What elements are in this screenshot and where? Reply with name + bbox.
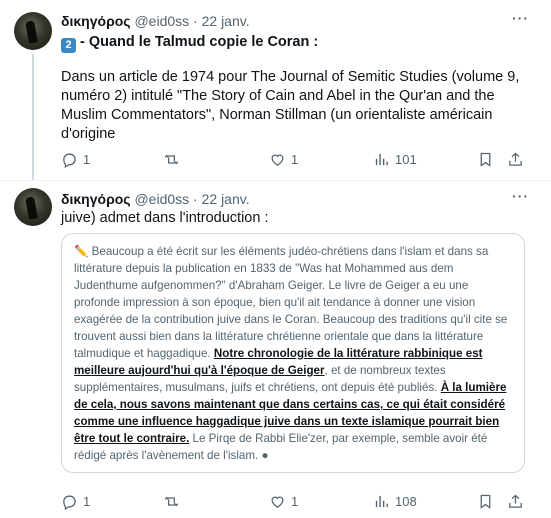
like-button[interactable]: 1 bbox=[269, 491, 298, 511]
quoted-text-card[interactable]: ✏️ Beaucoup a été écrit sur les éléments… bbox=[61, 233, 525, 473]
like-icon bbox=[271, 496, 284, 508]
repost-button[interactable] bbox=[163, 149, 185, 169]
tweet[interactable]: δικηγόρος @eid0ss · 22 janv. ··· 2 - Quan… bbox=[0, 0, 551, 181]
handle[interactable]: @eid0ss bbox=[134, 191, 189, 207]
like-button[interactable]: 1 bbox=[269, 149, 298, 169]
quote-part-1: Beaucoup a été écrit sur les éléments ju… bbox=[74, 245, 508, 360]
views-icon bbox=[375, 153, 388, 165]
share-icon bbox=[509, 494, 522, 508]
tweet[interactable]: δικηγόρος @eid0ss · 22 janv. ··· juive) … bbox=[0, 181, 551, 518]
bookmark-button[interactable] bbox=[477, 491, 499, 511]
action-bar: 1 1 101 bbox=[61, 149, 531, 169]
avatar[interactable] bbox=[14, 188, 52, 226]
like-count: 1 bbox=[291, 493, 299, 509]
quote-text: ✏️ Beaucoup a été écrit sur les éléments… bbox=[74, 243, 514, 464]
reply-icon bbox=[63, 153, 76, 168]
repost-icon bbox=[164, 154, 179, 164]
bookmark-button[interactable] bbox=[477, 149, 499, 169]
like-icon bbox=[271, 154, 284, 166]
views-button[interactable]: 101 bbox=[373, 149, 417, 169]
separator: · bbox=[193, 13, 198, 29]
tweet-body: juive) admet dans l'introduction : bbox=[61, 210, 269, 226]
views-count: 101 bbox=[395, 151, 417, 167]
action-bar: 1 1 108 bbox=[61, 491, 531, 511]
display-name[interactable]: δικηγόρος bbox=[61, 191, 131, 207]
views-count: 108 bbox=[395, 493, 417, 509]
reply-icon bbox=[63, 495, 76, 510]
share-button[interactable] bbox=[507, 149, 529, 169]
tweet-body: Dans un article de 1974 pour The Journal… bbox=[61, 69, 520, 142]
repost-button[interactable] bbox=[163, 491, 185, 511]
reply-button[interactable]: 1 bbox=[61, 491, 90, 511]
views-icon bbox=[375, 495, 388, 507]
handle[interactable]: @eid0ss bbox=[134, 13, 189, 29]
separator: · bbox=[193, 191, 198, 207]
tweet-title: - Quand le Talmud copie le Coran : bbox=[80, 34, 319, 50]
reply-count: 1 bbox=[83, 151, 91, 167]
tweet-header: δικηγόρος @eid0ss · 22 janv. bbox=[61, 12, 250, 30]
repost-icon bbox=[164, 496, 179, 506]
tweet-date[interactable]: 22 janv. bbox=[202, 13, 250, 29]
more-icon[interactable]: ··· bbox=[512, 10, 529, 26]
pencil-icon: ✏️ bbox=[74, 245, 89, 258]
display-name[interactable]: δικηγόρος bbox=[61, 13, 131, 29]
more-icon[interactable]: ··· bbox=[512, 188, 529, 204]
thread-line bbox=[32, 54, 34, 180]
reply-count: 1 bbox=[83, 493, 91, 509]
bookmark-icon bbox=[480, 494, 491, 509]
bookmark-icon bbox=[480, 152, 491, 167]
tweet-text: 2 - Quand le Talmud copie le Coran : bbox=[61, 33, 531, 53]
like-count: 1 bbox=[291, 151, 299, 167]
tweet-date[interactable]: 22 janv. bbox=[202, 191, 250, 207]
share-button[interactable] bbox=[507, 491, 529, 511]
keycap-badge: 2 bbox=[61, 38, 76, 53]
tweet-header: δικηγόρος @eid0ss · 22 janv. bbox=[61, 190, 250, 208]
avatar[interactable] bbox=[14, 12, 52, 50]
views-button[interactable]: 108 bbox=[373, 491, 417, 511]
share-icon bbox=[509, 152, 522, 166]
reply-button[interactable]: 1 bbox=[61, 149, 90, 169]
